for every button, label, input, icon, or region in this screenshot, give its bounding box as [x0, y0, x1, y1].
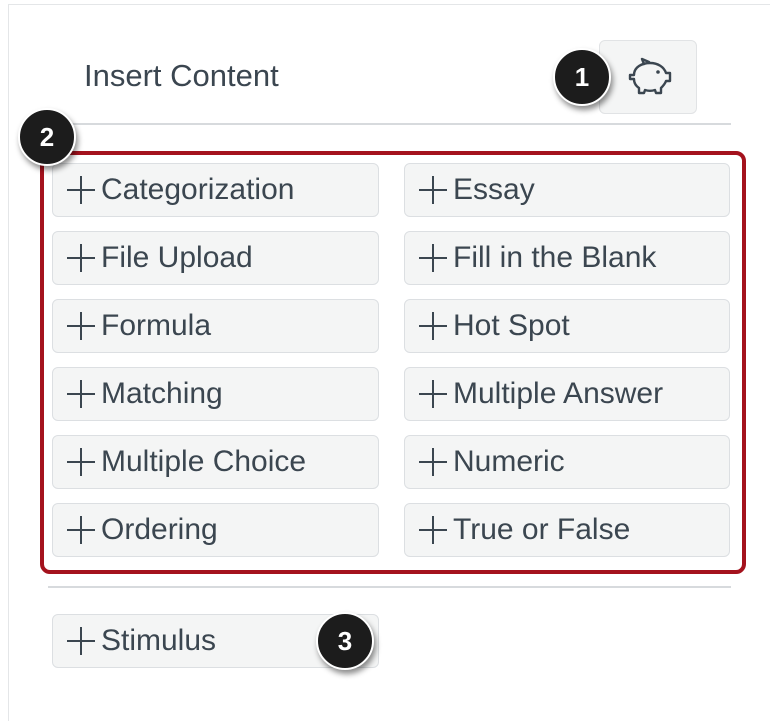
add-formula-button[interactable]: Formula	[52, 299, 379, 353]
add-essay-button[interactable]: Essay	[404, 163, 730, 217]
button-label: Hot Spot	[453, 309, 570, 342]
add-multiple-answer-button[interactable]: Multiple Answer	[404, 367, 730, 421]
add-fill-in-the-blank-button[interactable]: Fill in the Blank	[404, 231, 730, 285]
callout-badge-2: 2	[18, 108, 76, 166]
plus-icon	[67, 312, 95, 340]
plus-icon	[67, 380, 95, 408]
button-label: Categorization	[101, 173, 295, 206]
add-matching-button[interactable]: Matching	[52, 367, 379, 421]
add-file-upload-button[interactable]: File Upload	[52, 231, 379, 285]
add-hot-spot-button[interactable]: Hot Spot	[404, 299, 730, 353]
button-label: Essay	[453, 173, 535, 206]
button-label: Multiple Choice	[101, 445, 307, 478]
button-label: True or False	[453, 513, 631, 546]
plus-icon	[419, 244, 447, 272]
plus-icon	[419, 448, 447, 476]
button-label: Multiple Answer	[453, 377, 664, 410]
piggy-bank-icon	[628, 57, 672, 95]
header-divider	[48, 123, 731, 125]
plus-icon	[419, 380, 447, 408]
panel-title: Insert Content	[84, 58, 279, 93]
button-label: Fill in the Blank	[453, 241, 657, 274]
plus-icon	[419, 312, 447, 340]
add-true-or-false-button[interactable]: True or False	[404, 503, 730, 557]
plus-icon	[67, 176, 95, 204]
button-label: File Upload	[101, 241, 253, 274]
button-label: Stimulus	[101, 624, 217, 657]
plus-icon	[67, 244, 95, 272]
button-label: Formula	[101, 309, 212, 342]
callout-badge-3: 3	[316, 612, 374, 670]
add-numeric-button[interactable]: Numeric	[404, 435, 730, 489]
plus-icon	[67, 627, 95, 655]
button-label: Matching	[101, 377, 223, 410]
stimulus-divider	[48, 586, 731, 588]
plus-icon	[67, 448, 95, 476]
plus-icon	[419, 516, 447, 544]
callout-badge-1: 1	[553, 48, 611, 106]
plus-icon	[67, 516, 95, 544]
add-categorization-button[interactable]: Categorization	[52, 163, 379, 217]
item-bank-button[interactable]	[599, 40, 697, 114]
button-label: Numeric	[453, 445, 565, 478]
add-ordering-button[interactable]: Ordering	[52, 503, 379, 557]
plus-icon	[419, 176, 447, 204]
button-label: Ordering	[101, 513, 218, 546]
add-multiple-choice-button[interactable]: Multiple Choice	[52, 435, 379, 489]
